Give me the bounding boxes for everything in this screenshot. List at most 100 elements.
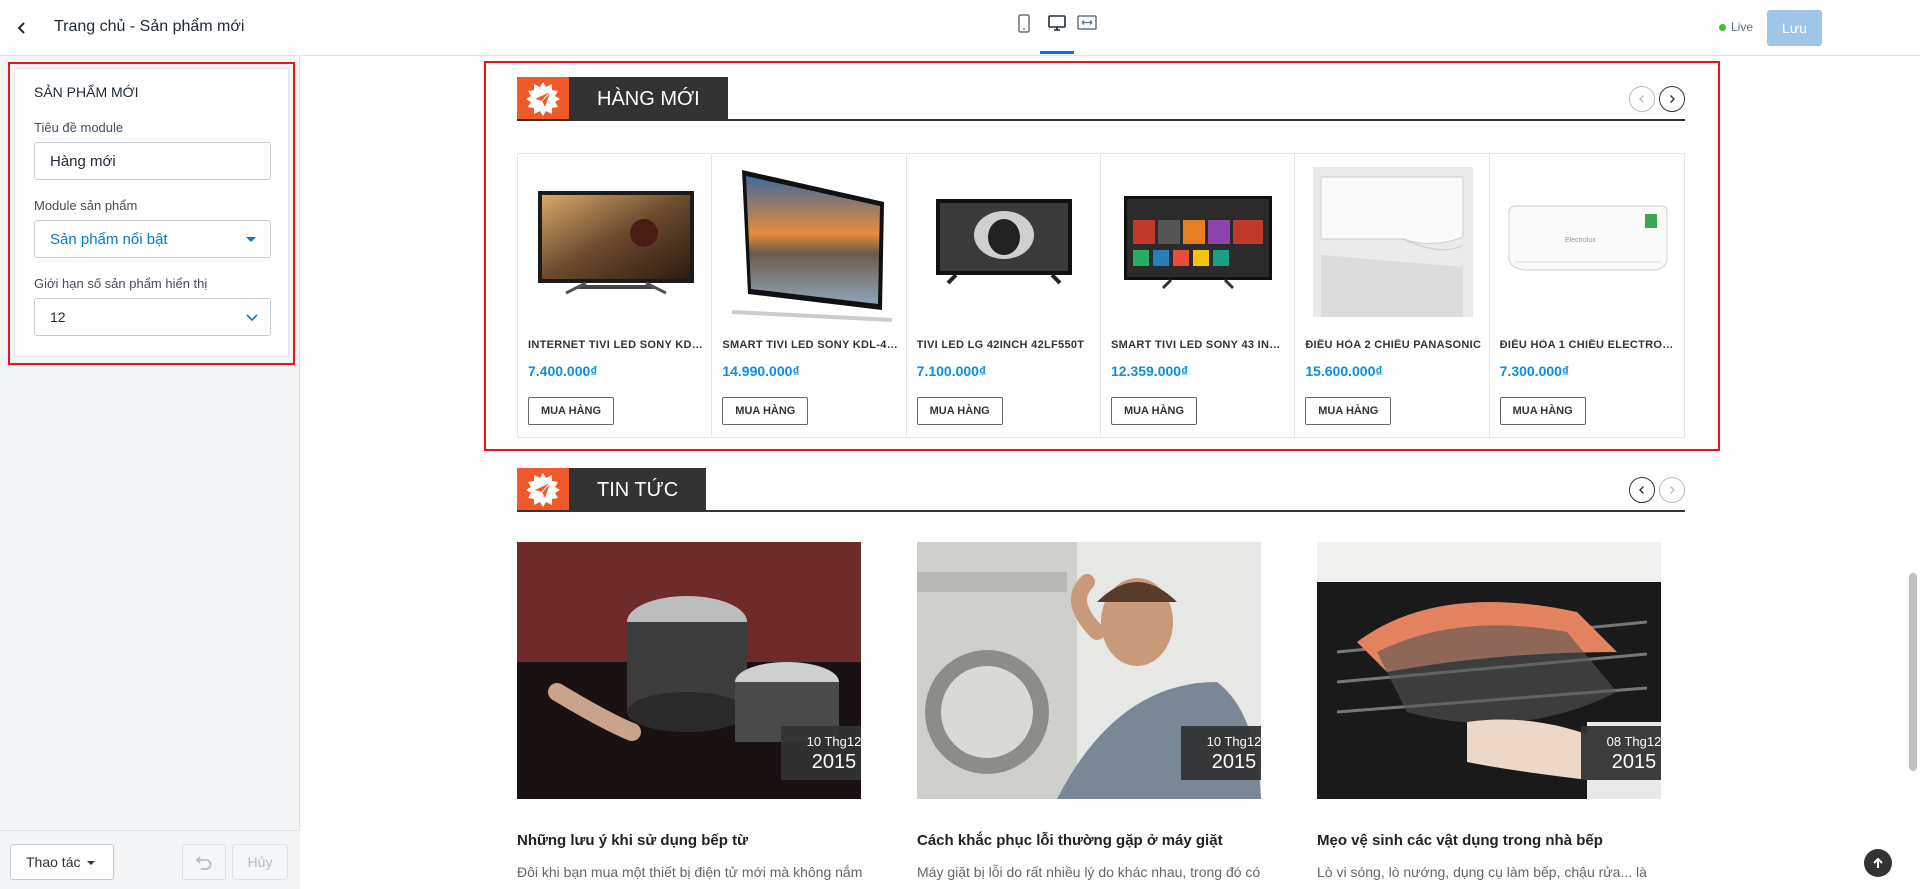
section-title: TIN TỨC	[569, 468, 707, 512]
sidebar-title: Trang chủ - Sản phẩm mới	[54, 18, 245, 35]
product-name[interactable]: TIVI LED LG 42INCH 42LF550T	[917, 339, 1093, 351]
live-status: Live	[1719, 20, 1753, 34]
product-card[interactable]: INTERNET TIVI LED SONY KDL-40W650D 7.400…	[518, 154, 713, 437]
article-image[interactable]: 10 Thg12 2015	[917, 542, 1261, 799]
caret-down-icon	[87, 861, 95, 865]
active-device-indicator	[1040, 51, 1074, 54]
back-to-top-button[interactable]	[1864, 849, 1892, 877]
air-conditioner-image	[1312, 167, 1473, 317]
module-settings-card: SẢN PHẨM MỚI Tiêu đề module Hàng mới Mod…	[14, 68, 289, 357]
product-image[interactable]	[722, 162, 897, 322]
article-title[interactable]: Cách khắc phục lỗi thường gặp ở máy giặt	[917, 832, 1223, 849]
product-module-select[interactable]: Sản phẩm nổi bật	[34, 220, 271, 258]
module-title-input[interactable]: Hàng mới	[34, 142, 271, 180]
chevron-left-icon	[17, 22, 25, 34]
news-header: TIN TỨC	[517, 468, 1685, 512]
device-desktop-button[interactable]	[1045, 14, 1069, 42]
buy-button[interactable]: MUA HÀNG	[1305, 397, 1392, 425]
article-year: 2015	[1611, 751, 1657, 773]
news-article[interactable]: 08 Thg12 2015 Mẹo vệ sinh các vật dụng t…	[1317, 542, 1661, 880]
article-year: 2015	[811, 751, 857, 773]
buy-button[interactable]: MUA HÀNG	[1499, 397, 1586, 425]
section-heading: SẢN PHẨM MỚI	[34, 84, 139, 100]
chevron-left-icon	[1639, 95, 1644, 103]
article-image[interactable]: 10 Thg12 2015	[517, 542, 861, 799]
product-name[interactable]: SMART TIVI LED SONY 43 INCH KDL-43W750D	[1111, 339, 1287, 351]
tv-image	[936, 199, 1073, 285]
product-price: 7.400.000₫	[528, 363, 598, 379]
article-excerpt: Máy giặt bị lỗi do rất nhiều lý do khác …	[917, 864, 1261, 880]
carousel-next-button[interactable]	[1659, 477, 1685, 503]
article-excerpt: Lò vi sóng, lò nướng, dụng cụ làm bếp, c…	[1317, 864, 1647, 880]
product-price: 12.359.000₫	[1110, 363, 1189, 379]
module-settings-highlight: SẢN PHẨM MỚI Tiêu đề module Hàng mới Mod…	[8, 62, 295, 365]
chevron-right-icon	[1670, 95, 1675, 103]
save-button[interactable]: Lưu	[1767, 10, 1822, 46]
tv-image	[732, 170, 893, 322]
back-button[interactable]	[10, 16, 34, 40]
news-article[interactable]: 10 Thg12 2015 Những lưu ý khi sử dụng bế…	[517, 542, 862, 880]
caret-down-icon	[246, 237, 256, 242]
module-title-label: Tiêu đề module	[34, 120, 124, 135]
product-card[interactable]: ĐIỀU HÒA 2 CHIỀU PANASONIC 15.600.000₫ M…	[1295, 154, 1490, 437]
article-title[interactable]: Những lưu ý khi sử dụng bếp từ	[517, 832, 748, 849]
product-card[interactable]: SMART TIVI LED SONY 43 INCH KDL-43W750D …	[1101, 154, 1296, 437]
buy-button[interactable]: MUA HÀNG	[722, 397, 809, 425]
buy-button[interactable]: MUA HÀNG	[1110, 397, 1197, 425]
paper-plane-icon	[526, 473, 560, 507]
carousel-prev-button[interactable]	[1629, 477, 1655, 503]
scrollbar-thumb[interactable]	[1909, 573, 1917, 771]
article-title[interactable]: Mẹo vệ sinh các vật dụng trong nhà bếp	[1317, 832, 1603, 849]
carousel-next-button[interactable]	[1659, 86, 1685, 112]
cancel-button[interactable]: Hủy	[232, 844, 288, 880]
actions-dropdown-button[interactable]: Thao tác	[10, 844, 114, 880]
theme-editor: Trang chủ - Sản phẩm mới SẢN PHẨM MỚI Ti…	[0, 0, 1920, 889]
product-image[interactable]: Electrolux	[1500, 162, 1675, 322]
settings-sidebar: Trang chủ - Sản phẩm mới SẢN PHẨM MỚI Ti…	[0, 0, 300, 889]
article-date: 10 Thg12 2015	[1181, 726, 1261, 780]
product-image[interactable]	[917, 162, 1092, 322]
product-module-value: Sản phẩm nổi bật	[50, 230, 168, 248]
editor-topbar: Live Lưu	[301, 0, 1920, 56]
storefront-preview: HÀNG MỚI INTERNET TIVI LED SONY KDL- 7.4…	[301, 57, 1901, 889]
chevron-left-icon	[1639, 486, 1644, 494]
article-day: 10 Thg12	[806, 734, 861, 749]
section-divider	[517, 119, 1685, 121]
article-date: 08 Thg12 2015	[1581, 726, 1661, 780]
product-card[interactable]: Electrolux ĐIỀU HÒA 1 CHIỀU ELECTROLUX 7…	[1490, 154, 1684, 437]
product-card[interactable]: TIVI LED LG 42INCH 42LF550T 7.100.000₫ M…	[907, 154, 1101, 437]
product-card[interactable]: SMART TIVI LED SONY KDL-43W800C 14.990.0…	[712, 154, 907, 437]
sidebar-header: Trang chủ - Sản phẩm mới	[0, 0, 300, 56]
product-name[interactable]: SMART TIVI LED SONY KDL-43W800C	[722, 339, 898, 351]
article-image[interactable]: 08 Thg12 2015	[1317, 542, 1661, 799]
device-mobile-button[interactable]	[1012, 14, 1036, 42]
arrow-up-icon	[1873, 857, 1883, 868]
product-module-label: Module sản phẩm	[34, 198, 138, 213]
product-limit-select[interactable]: 12	[34, 298, 271, 336]
actions-label: Thao tác	[26, 854, 81, 870]
product-image[interactable]	[528, 162, 703, 322]
tv-image	[1124, 196, 1273, 290]
live-label: Live	[1731, 20, 1754, 34]
preview-scrollbar[interactable]	[1904, 57, 1920, 889]
paper-plane-icon	[526, 82, 560, 116]
product-name[interactable]: ĐIỀU HÒA 1 CHIỀU ELECTROLUX	[1500, 339, 1676, 351]
product-image[interactable]	[1111, 162, 1286, 322]
undo-button[interactable]	[182, 844, 226, 880]
product-image[interactable]	[1305, 162, 1480, 322]
device-fullwidth-button[interactable]	[1075, 14, 1099, 42]
section-logo	[517, 77, 569, 121]
module-title-value: Hàng mới	[50, 152, 116, 170]
carousel-prev-button[interactable]	[1629, 86, 1655, 112]
section-logo	[517, 468, 569, 512]
tv-image	[537, 191, 694, 295]
news-article[interactable]: 10 Thg12 2015 Cách khắc phục lỗi thường …	[917, 542, 1261, 880]
mobile-icon	[1018, 14, 1030, 33]
status-dot-icon	[1719, 23, 1726, 31]
product-name[interactable]: INTERNET TIVI LED SONY KDL-40W650D	[528, 339, 704, 351]
buy-button[interactable]: MUA HÀNG	[916, 397, 1003, 425]
product-name[interactable]: ĐIỀU HÒA 2 CHIỀU PANASONIC	[1305, 339, 1481, 351]
buy-button[interactable]: MUA HÀNG	[528, 397, 614, 425]
chevron-right-icon	[1670, 486, 1675, 494]
undo-icon	[195, 856, 212, 870]
